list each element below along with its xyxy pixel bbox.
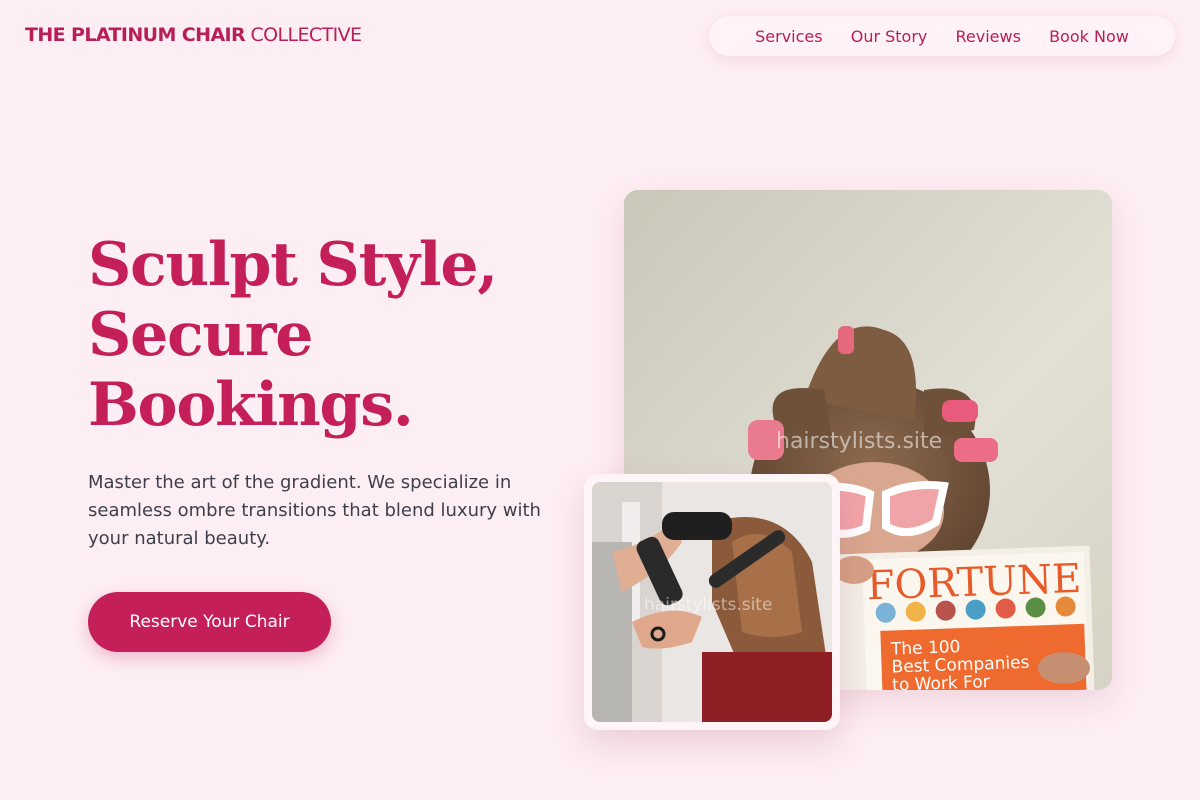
nav-book-now-link[interactable]: Book Now xyxy=(1049,27,1129,46)
reserve-chair-button[interactable]: Reserve Your Chair xyxy=(88,592,331,652)
headline-line-2: Secure xyxy=(88,300,313,370)
headline-line-3: Bookings. xyxy=(88,370,414,440)
main-nav: Services Our Story Reviews Book Now xyxy=(709,16,1175,56)
nav-services-link[interactable]: Services xyxy=(755,27,822,46)
hero-photo-secondary: hairstylists.site xyxy=(592,482,832,722)
main-photo-watermark: hairstylists.site xyxy=(776,429,942,454)
hero-photo-secondary-frame: hairstylists.site xyxy=(584,474,840,730)
brand-logo[interactable]: THE PLATINUM CHAIR COLLECTIVE xyxy=(25,24,362,46)
hero-subtext: Master the art of the gradient. We speci… xyxy=(88,472,541,549)
nav-our-story-link[interactable]: Our Story xyxy=(851,27,928,46)
brand-name-light: COLLECTIVE xyxy=(245,24,362,46)
secondary-photo-watermark: hairstylists.site xyxy=(644,595,772,615)
brand-name-bold: THE PLATINUM CHAIR xyxy=(25,24,246,46)
headline-line-1: Sculpt Style, xyxy=(88,230,498,300)
stylist-blow-drying-hair-image: hairstylists.site xyxy=(592,482,832,722)
hero-headline: Sculpt Style, Secure Bookings. xyxy=(88,230,558,440)
magazine-line-3: to Work For xyxy=(892,672,990,690)
nav-reviews-link[interactable]: Reviews xyxy=(956,27,1021,46)
